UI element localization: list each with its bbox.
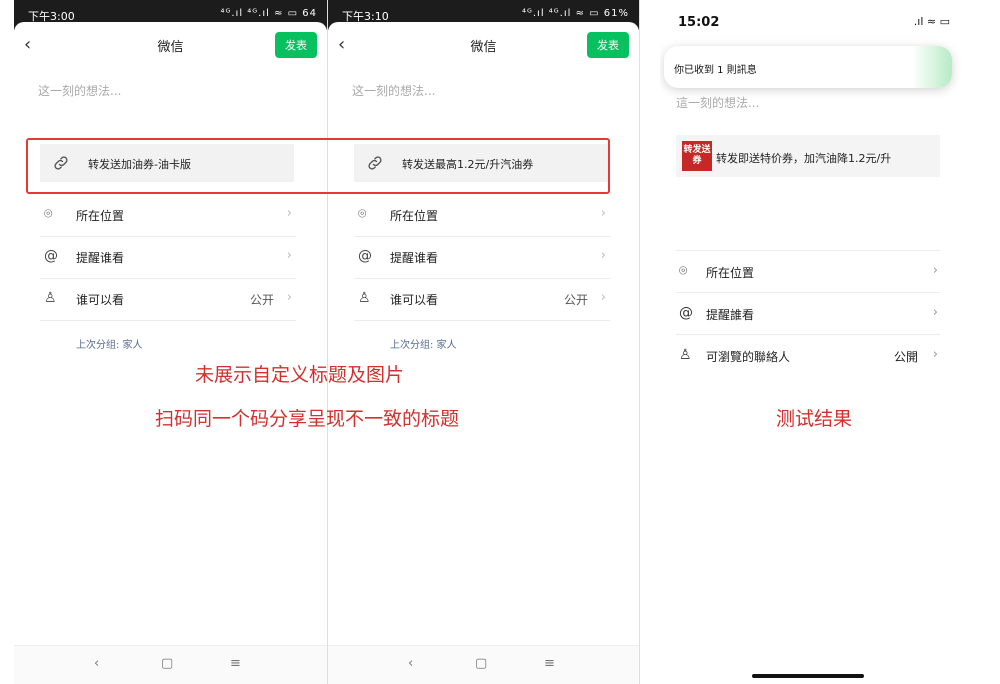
chevron-right-icon: › [932, 347, 938, 362]
post-text-input[interactable]: 這一刻的想法... [676, 94, 759, 111]
row-mention[interactable]: @ 提醒谁看 › [40, 236, 296, 279]
row-visibility[interactable]: ♙ 谁可以看 公开 › [354, 278, 610, 321]
nav-back-icon[interactable]: ‹ [408, 656, 413, 671]
compose-panel: ‹ 微信 发表 这一刻的想法... 转发送加油券-油卡版 ⌾ 所在位置 › @ … [14, 22, 327, 684]
last-group-note[interactable]: 上次分组: 家人 [390, 336, 457, 351]
at-icon: @ [679, 305, 693, 321]
last-group-note[interactable]: 上次分组: 家人 [76, 336, 143, 351]
row-label: 所在位置 [390, 209, 439, 223]
annotation-line-2: 扫码同一个码分享呈现不一致的标题 [155, 408, 460, 430]
shared-link-card[interactable]: 转发送券 转发即送特价券，加汽油降1.2元/升 [676, 135, 940, 177]
nav-menu-icon[interactable]: ≡ [544, 656, 555, 671]
publish-button-peek [912, 46, 952, 88]
location-icon: ⌾ [44, 206, 53, 222]
row-value: 公開 [893, 350, 918, 364]
row-location[interactable]: ⌾ 所在位置 › [40, 194, 296, 237]
row-label: 谁可以看 [76, 293, 125, 307]
row-mention[interactable]: @ 提醒誰看 › [676, 292, 940, 335]
notification-banner[interactable]: 你已收到 1 則訊息 [664, 46, 952, 88]
post-text-input[interactable]: 这一刻的想法... [352, 82, 435, 99]
row-label: 谁可以看 [390, 293, 439, 307]
at-icon: @ [44, 248, 58, 264]
publish-button[interactable]: 发表 [587, 32, 629, 58]
row-value: 公开 [249, 293, 274, 307]
android-nav-bar: ‹ ▢ ≡ [328, 645, 639, 684]
at-icon: @ [358, 248, 372, 264]
chevron-right-icon: › [600, 206, 606, 221]
status-indicators: ⁴ᴳ.ıl ⁴ᴳ.ıl ≈ ▭ 64 [220, 8, 317, 19]
annotation-line-1: 未展示自定义标题及图片 [195, 364, 405, 386]
row-visibility[interactable]: ♙ 可瀏覽的聯絡人 公開 › [676, 334, 940, 377]
location-icon: ⌾ [358, 206, 367, 222]
publish-button[interactable]: 发表 [275, 32, 317, 58]
row-location[interactable]: ⌾ 所在位置 › [676, 250, 940, 293]
row-mention[interactable]: @ 提醒谁看 › [354, 236, 610, 279]
phone-screen-1: 下午3:00 ⁴ᴳ.ıl ⁴ᴳ.ıl ≈ ▭ 64 ‹ 微信 发表 这一刻的想法… [14, 0, 327, 684]
status-time: 15:02 [678, 15, 720, 30]
row-visibility[interactable]: ♙ 谁可以看 公开 › [40, 278, 296, 321]
chevron-right-icon: › [932, 263, 938, 278]
chevron-right-icon: › [600, 248, 606, 263]
chevron-right-icon: › [286, 290, 292, 305]
notification-text: 你已收到 1 則訊息 [674, 65, 757, 76]
chevron-right-icon: › [286, 206, 292, 221]
compose-panel: ‹ 微信 发表 这一刻的想法... 转发送最高1.2元/升汽油券 ⌾ 所在位置 … [328, 22, 639, 684]
post-text-input[interactable]: 这一刻的想法... [38, 82, 121, 99]
location-icon: ⌾ [679, 263, 688, 279]
person-icon: ♙ [679, 347, 692, 363]
row-label: 所在位置 [76, 209, 125, 223]
chevron-right-icon: › [286, 248, 292, 263]
phone-screen-3: 15:02 .ıl ≈ ▭ 你已收到 1 則訊息 這一刻的想法... 转发送券 … [660, 0, 960, 684]
panel-divider [639, 0, 640, 684]
link-title: 转发即送特价券，加汽油降1.2元/升 [716, 152, 892, 165]
nav-back-icon[interactable]: ‹ [94, 656, 99, 671]
row-label: 提醒谁看 [76, 251, 125, 265]
row-location[interactable]: ⌾ 所在位置 › [354, 194, 610, 237]
nav-menu-icon[interactable]: ≡ [230, 656, 241, 671]
nav-home-icon[interactable]: ▢ [161, 656, 173, 671]
person-icon: ♙ [358, 290, 371, 306]
person-icon: ♙ [44, 290, 57, 306]
home-indicator[interactable] [752, 674, 864, 678]
row-label: 提醒谁看 [390, 251, 439, 265]
row-label: 提醒誰看 [706, 308, 755, 322]
link-thumbnail: 转发送券 [682, 141, 712, 171]
chevron-right-icon: › [932, 305, 938, 320]
chevron-right-icon: › [600, 290, 606, 305]
row-label: 可瀏覽的聯絡人 [706, 350, 791, 364]
result-caption: 测试结果 [776, 408, 853, 430]
highlight-box [26, 138, 610, 194]
phone-screen-2: 下午3:10 ⁴ᴳ.ıl ⁴ᴳ.ıl ≈ ▭ 61% ‹ 微信 发表 这一刻的想… [328, 0, 639, 684]
row-label: 所在位置 [706, 266, 755, 280]
android-nav-bar: ‹ ▢ ≡ [14, 645, 327, 684]
row-value: 公开 [563, 293, 588, 307]
status-indicators: .ıl ≈ ▭ [913, 15, 950, 28]
nav-home-icon[interactable]: ▢ [475, 656, 487, 671]
status-indicators: ⁴ᴳ.ıl ⁴ᴳ.ıl ≈ ▭ 61% [521, 8, 629, 19]
